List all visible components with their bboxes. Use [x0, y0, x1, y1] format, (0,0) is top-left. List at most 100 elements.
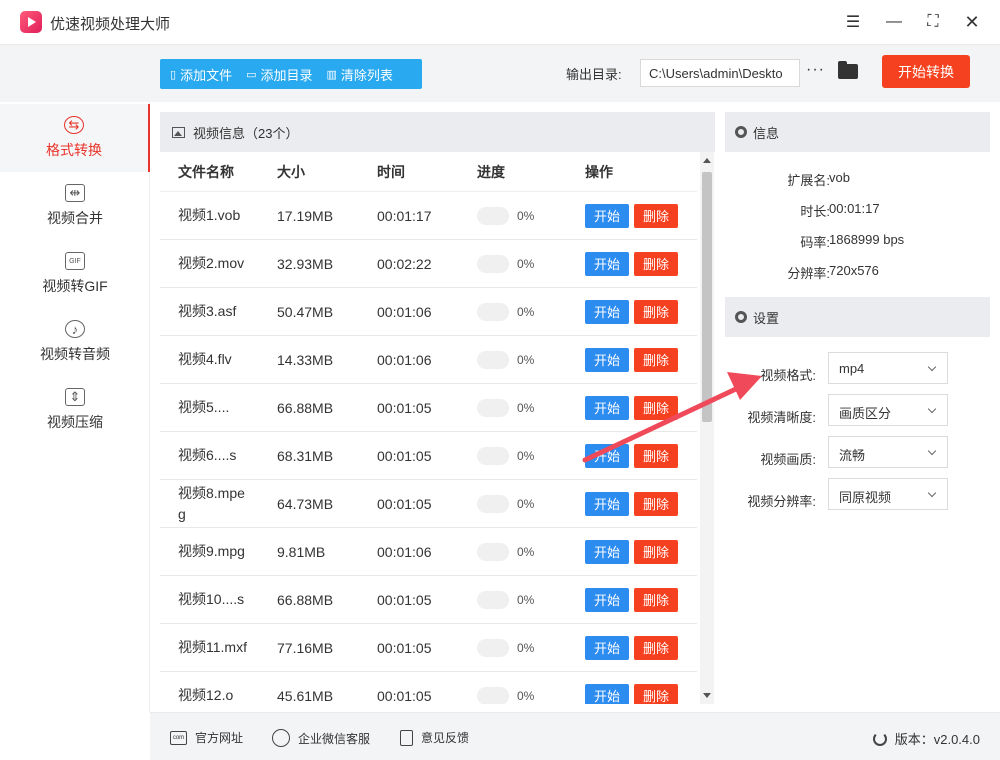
progress-bar [477, 542, 509, 561]
scroll-down-icon[interactable] [703, 693, 711, 698]
sidebar-item-label: 视频转GIF [42, 278, 108, 294]
start-button[interactable]: 开始 [585, 635, 629, 660]
sidebar-item-video-merge[interactable]: ⇹ 视频合并 [0, 172, 150, 240]
start-convert-button[interactable]: 开始转换 [882, 55, 970, 88]
format-select[interactable]: mp4 [828, 352, 948, 384]
start-button[interactable]: 开始 [585, 491, 629, 516]
feedback-link[interactable]: 意见反馈 [400, 729, 469, 746]
wechat-link[interactable]: 企业微信客服 [272, 729, 370, 747]
file-name: 视频5.... [178, 399, 230, 415]
start-button[interactable]: 开始 [585, 683, 629, 704]
delete-button[interactable]: 删除 [634, 347, 678, 372]
scroll-thumb[interactable] [702, 172, 712, 422]
output-path-field[interactable]: C:\Users\admin\Deskto [640, 59, 800, 87]
progress-bar [477, 398, 509, 417]
table-row[interactable]: 视频4.flv 14.33MB 00:01:06 0% 开始 删除 [160, 336, 697, 384]
file-name: 视频6....s [178, 447, 237, 463]
add-dir-button[interactable]: ▭ 添加目录 [246, 65, 312, 84]
info-bitrate: 码率: 1868999 bps [725, 224, 990, 255]
file-list-panel: 视频信息（23个） 文件名称 大小 时间 进度 操作 视频1.vob 17.19… [160, 112, 715, 704]
scrollbar[interactable] [700, 152, 714, 704]
app-logo-icon [20, 11, 42, 33]
table-header: 文件名称 大小 时间 进度 操作 [160, 152, 697, 192]
maximize-icon[interactable]: ⛶ [921, 10, 945, 34]
start-button[interactable]: 开始 [585, 347, 629, 372]
footer: com 官方网址 企业微信客服 意见反馈 版本：v2.0.4.0 [150, 712, 1000, 760]
duration-value: 00:01:17 [829, 201, 880, 216]
start-button[interactable]: 开始 [585, 203, 629, 228]
actions-cell: 开始 删除 [585, 683, 678, 704]
table-row[interactable]: 视频8.mpeg 64.73MB 00:01:05 0% 开始 删除 [160, 480, 697, 528]
setting-format: 视频格式: mp4 [725, 352, 990, 394]
audio-icon: ♪ [65, 320, 85, 338]
start-button[interactable]: 开始 [585, 587, 629, 612]
start-button[interactable]: 开始 [585, 299, 629, 324]
merge-icon: ⇹ [65, 184, 85, 202]
refresh-icon[interactable] [872, 731, 887, 746]
delete-button[interactable]: 删除 [634, 683, 678, 704]
delete-button[interactable]: 删除 [634, 395, 678, 420]
file-button-group: ▯ 添加文件 ▭ 添加目录 ▥ 清除列表 [160, 59, 422, 89]
minimize-icon[interactable]: — [882, 10, 906, 34]
start-button[interactable]: 开始 [585, 443, 629, 468]
file-size: 68.31MB [277, 447, 334, 464]
sidebar-item-video-compress[interactable]: ⇕ 视频压缩 [0, 376, 150, 444]
file-name: 视频3.asf [178, 303, 237, 319]
actions-cell: 开始 删除 [585, 299, 678, 324]
actions-cell: 开始 删除 [585, 491, 678, 516]
sidebar-item-video-gif[interactable]: GIF 视频转GIF [0, 240, 150, 308]
resolution-select[interactable]: 同原视频 [828, 478, 948, 510]
delete-button[interactable]: 删除 [634, 299, 678, 324]
progress-percent: 0% [517, 304, 535, 319]
settings-header: 设置 [725, 297, 990, 337]
progress-bar [477, 638, 509, 657]
delete-button[interactable]: 删除 [634, 635, 678, 660]
sidebar-item-format-convert[interactable]: ⇆ 格式转换 [0, 104, 150, 172]
table-row[interactable]: 视频2.mov 32.93MB 00:02:22 0% 开始 删除 [160, 240, 697, 288]
sidebar-item-video-audio[interactable]: ♪ 视频转音频 [0, 308, 150, 376]
table-row[interactable]: 视频12.o 45.61MB 00:01:05 0% 开始 删除 [160, 672, 697, 704]
start-button[interactable]: 开始 [585, 395, 629, 420]
table-row[interactable]: 视频1.vob 17.19MB 00:01:17 0% 开始 删除 [160, 192, 697, 240]
file-duration: 00:01:05 [377, 495, 432, 512]
table-row[interactable]: 视频6....s 68.31MB 00:01:05 0% 开始 删除 [160, 432, 697, 480]
table-row[interactable]: 视频3.asf 50.47MB 00:01:06 0% 开始 删除 [160, 288, 697, 336]
clear-list-button[interactable]: ▥ 清除列表 [327, 65, 393, 84]
table-row[interactable]: 视频11.mxf 77.16MB 00:01:05 0% 开始 删除 [160, 624, 697, 672]
file-duration: 00:01:05 [377, 639, 432, 656]
start-button[interactable]: 开始 [585, 539, 629, 564]
menu-icon[interactable]: ☰ [841, 10, 865, 34]
file-name: 视频2.mov [178, 255, 245, 271]
table-row[interactable]: 视频9.mpg 9.81MB 00:01:06 0% 开始 删除 [160, 528, 697, 576]
file-size: 66.88MB [277, 591, 334, 608]
progress-percent: 0% [517, 400, 535, 415]
col-actions: 操作 [585, 163, 613, 180]
close-icon[interactable]: ✕ [960, 10, 984, 34]
progress-percent: 0% [517, 688, 535, 703]
add-file-button[interactable]: ▯ 添加文件 [170, 65, 232, 84]
delete-button[interactable]: 删除 [634, 491, 678, 516]
website-icon: com [170, 730, 187, 745]
file-size: 14.33MB [277, 351, 334, 368]
delete-button[interactable]: 删除 [634, 587, 678, 612]
start-button[interactable]: 开始 [585, 251, 629, 276]
right-panel: 信息 扩展名: vob 时长: 00:01:17 码率: 1868999 bps… [725, 112, 990, 704]
clarity-select[interactable]: 画质区分 [828, 394, 948, 426]
delete-button[interactable]: 删除 [634, 539, 678, 564]
progress-cell: 0% [477, 302, 535, 321]
table-row[interactable]: 视频10....s 66.88MB 00:01:05 0% 开始 删除 [160, 576, 697, 624]
more-button[interactable]: ··· [806, 61, 825, 79]
file-size: 66.88MB [277, 399, 334, 416]
progress-cell: 0% [477, 494, 534, 513]
progress-cell: 0% [477, 398, 535, 417]
sidebar: ⇆ 格式转换 ⇹ 视频合并 GIF 视频转GIF ♪ 视频转音频 ⇕ 视频压缩 [0, 102, 150, 712]
add-file-label: 添加文件 [180, 67, 233, 83]
delete-button[interactable]: 删除 [634, 203, 678, 228]
scroll-up-icon[interactable] [703, 158, 711, 163]
quality-select[interactable]: 流畅 [828, 436, 948, 468]
open-folder-icon[interactable] [838, 61, 858, 79]
delete-button[interactable]: 删除 [634, 443, 678, 468]
table-row[interactable]: 视频5.... 66.88MB 00:01:05 0% 开始 删除 [160, 384, 697, 432]
website-link[interactable]: com 官方网址 [170, 729, 243, 746]
delete-button[interactable]: 删除 [634, 251, 678, 276]
